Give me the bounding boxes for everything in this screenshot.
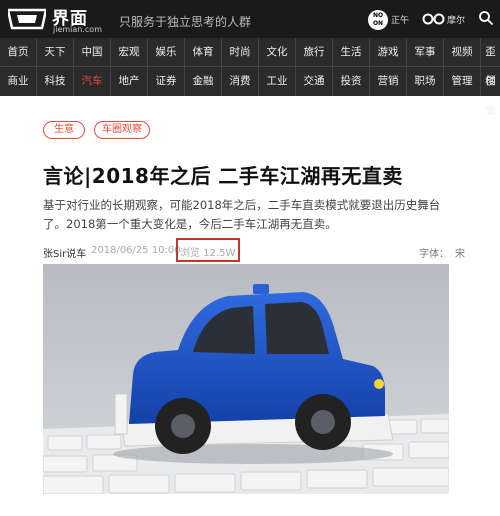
nav-item[interactable]: 娱乐 xyxy=(148,38,185,67)
nav-row-2: 商业 科技 汽车 地产 证券 金融 消费 工业 交通 投资 营销 职场 管理 创… xyxy=(0,67,500,116)
article-title: 言论|2018年之后 二手车江湖再无直卖 xyxy=(43,164,403,188)
nav-item[interactable]: 商业 xyxy=(0,67,37,96)
nav-item[interactable]: 军事 xyxy=(407,38,444,67)
nav-item[interactable]: 首页 xyxy=(0,38,37,67)
font-size-label: 字体： xyxy=(419,249,449,260)
nav-item[interactable]: 工业 xyxy=(259,67,296,96)
article-summary: 基于对行业的长期观察，可能2018年之后，二手车直卖模式就要退出历史舞台了。20… xyxy=(43,198,441,231)
nav-item[interactable]: 管理 xyxy=(444,67,481,96)
nav-item[interactable]: 证券 xyxy=(148,67,185,96)
font-size-toggle[interactable]: 宋 xyxy=(455,245,465,260)
nav-item[interactable]: 生活 xyxy=(333,38,370,67)
nav-item[interactable]: 交通 xyxy=(296,67,333,96)
nav-item[interactable]: 投资 xyxy=(333,67,370,96)
nav-item[interactable]: 游戏 xyxy=(370,38,407,67)
nav-item[interactable]: 天下 xyxy=(37,38,74,67)
site-slogan: 只服务于独立思考的人群 xyxy=(119,15,252,29)
nav-item[interactable]: 宏观 xyxy=(111,38,148,67)
nav-item-active[interactable]: 汽车 xyxy=(74,67,111,96)
zhengwu-link[interactable]: 正午 xyxy=(391,13,409,26)
nav-item[interactable]: 创业 xyxy=(481,67,500,116)
category-nav: 首页 天下 中国 宏观 娱乐 体育 时尚 文化 旅行 生活 游戏 军事 视频 歪… xyxy=(0,38,500,116)
nav-item[interactable]: 职场 xyxy=(407,67,444,96)
nav-item[interactable]: 歪楼 xyxy=(481,38,500,87)
nav-item[interactable]: 科技 xyxy=(37,67,74,96)
nav-item[interactable]: 金融 xyxy=(185,67,222,96)
article-photo xyxy=(43,264,449,494)
moer-link[interactable]: 摩尔 xyxy=(447,13,465,26)
jiemian-logo-icon[interactable] xyxy=(8,8,46,30)
author-link[interactable]: 张Sir说车 xyxy=(43,245,86,260)
no-on-badge-text: NO ON xyxy=(372,12,384,27)
nav-item[interactable]: 旅行 xyxy=(296,38,333,67)
logo-domain: jiemian.com xyxy=(53,25,102,34)
view-count: 浏览 12.5W xyxy=(180,248,236,259)
loop-icon[interactable] xyxy=(422,13,446,25)
site-header: 界面 jiemian.com 只服务于独立思考的人群 NO ON 正午 摩尔 xyxy=(0,0,500,38)
nav-item[interactable]: 视频 xyxy=(444,38,481,67)
nav-item[interactable]: 文化 xyxy=(259,38,296,67)
nav-item[interactable]: 消费 xyxy=(222,67,259,96)
nav-item[interactable]: 地产 xyxy=(111,67,148,96)
nav-item[interactable]: 中国 xyxy=(74,38,111,67)
nav-item[interactable]: 体育 xyxy=(185,38,222,67)
no-on-icon[interactable]: NO ON xyxy=(368,10,388,30)
nav-item[interactable]: 时尚 xyxy=(222,38,259,67)
tag-chequan[interactable]: 车圈观察 xyxy=(94,121,150,139)
nav-row-1: 首页 天下 中国 宏观 娱乐 体育 时尚 文化 旅行 生活 游戏 军事 视频 歪… xyxy=(0,38,500,87)
search-icon[interactable] xyxy=(478,10,494,26)
tag-shengyi[interactable]: 生意 xyxy=(43,121,85,139)
nav-item[interactable]: 营销 xyxy=(370,67,407,96)
publish-date: 2018/06/25 10:00 xyxy=(91,245,181,256)
